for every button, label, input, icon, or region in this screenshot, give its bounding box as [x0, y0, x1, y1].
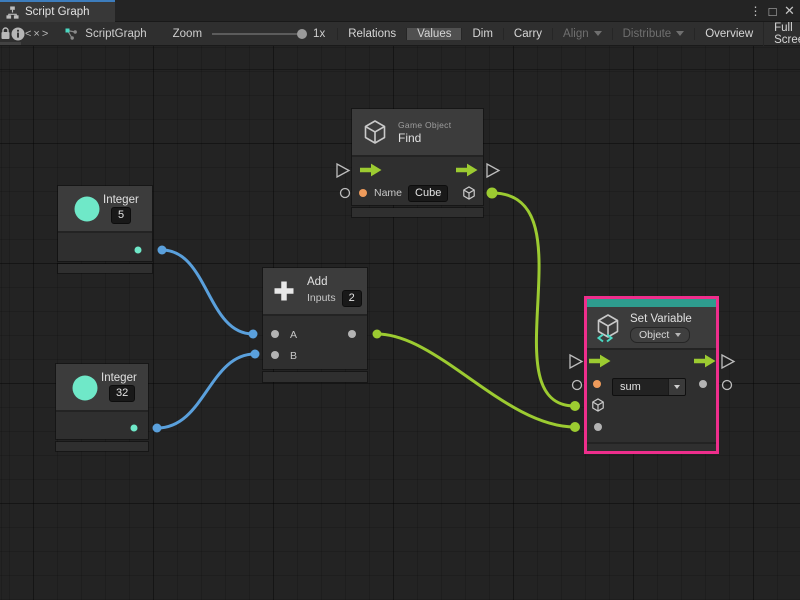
port-find-gameobject-output[interactable] [464, 187, 474, 199]
wires-overlay [0, 46, 800, 600]
maximize-icon[interactable]: □ [764, 0, 781, 22]
port-setvariable-name-input[interactable] [593, 380, 601, 388]
graph-hierarchy-icon [6, 6, 19, 19]
zoom-slider-handle[interactable] [297, 29, 307, 39]
close-icon[interactable]: ✕ [781, 0, 798, 22]
wire-endpoint[interactable] [158, 246, 167, 255]
code-view-button[interactable]: <×> [25, 22, 50, 45]
lock-icon [0, 27, 11, 40]
title-bar: Script Graph ⋮ □ ✕ [0, 0, 800, 22]
script-graph-icon [64, 27, 78, 41]
button-values[interactable]: Values [406, 28, 461, 40]
window-menu-icon[interactable]: ⋮ [747, 0, 764, 22]
toolbar-notch [0, 42, 21, 45]
button-full-screen[interactable]: Full Screen [763, 22, 800, 46]
integer-type-icon [73, 376, 98, 401]
wire-endpoint[interactable] [487, 188, 498, 199]
zoom-control: Zoom 1x [173, 22, 326, 45]
zoom-slider[interactable] [212, 33, 304, 35]
button-align-label: Align [563, 28, 589, 40]
button-distribute[interactable]: Distribute [612, 28, 695, 40]
graph-canvas[interactable]: Integer 5 Integer 32 [0, 46, 800, 600]
button-dim[interactable]: Dim [461, 28, 502, 40]
flow-out-arrow-icon[interactable] [456, 164, 478, 177]
port-integer5-output[interactable] [135, 247, 142, 254]
zoom-value: 1x [313, 28, 325, 40]
tab-title: Script Graph [25, 6, 90, 18]
wire-endpoint[interactable] [249, 330, 258, 339]
port-setvariable-value-input[interactable] [594, 423, 602, 431]
button-overview[interactable]: Overview [694, 28, 763, 40]
tab-script-graph[interactable]: Script Graph [0, 0, 115, 22]
flow-port-triangle-icon[interactable] [337, 164, 349, 177]
button-relations[interactable]: Relations [337, 28, 406, 40]
wire-endpoint[interactable] [570, 422, 580, 432]
caret-down-icon [676, 31, 684, 36]
port-find-name-input[interactable] [359, 189, 367, 197]
wire-endpoint[interactable] [570, 401, 580, 411]
port-integer32-output[interactable] [131, 425, 138, 432]
flow-port-triangle-icon[interactable] [487, 164, 499, 177]
port-setvariable-output[interactable] [699, 380, 707, 388]
graph-name-label: ScriptGraph [85, 28, 146, 40]
info-icon [11, 27, 25, 41]
wire-integer32-to-add-b[interactable] [157, 354, 255, 428]
value-port-circle-icon[interactable] [341, 189, 350, 198]
port-add-input-a[interactable] [271, 330, 279, 338]
value-port-circle-icon[interactable] [723, 381, 732, 390]
wire-find-to-setvariable-object[interactable] [492, 193, 575, 406]
flow-in-arrow-icon[interactable] [360, 164, 382, 177]
port-setvariable-object-input[interactable] [593, 399, 603, 411]
wire-add-to-setvariable-value[interactable] [377, 334, 575, 427]
script-graph-window: Script Graph ⋮ □ ✕ <×> [0, 0, 800, 600]
value-port-circle-icon[interactable] [573, 381, 582, 390]
flow-out-arrow-icon[interactable] [694, 355, 716, 368]
port-add-input-b[interactable] [271, 351, 279, 359]
caret-down-icon [594, 31, 602, 36]
flow-port-triangle-icon[interactable] [722, 355, 734, 368]
port-add-output[interactable] [348, 330, 356, 338]
button-distribute-label: Distribute [623, 28, 672, 40]
graph-toolbar: <×> ScriptGraph Zoom 1x Relations Values… [0, 22, 800, 46]
wire-endpoint[interactable] [153, 424, 162, 433]
zoom-label: Zoom [173, 28, 202, 40]
window-controls: ⋮ □ ✕ [747, 0, 798, 22]
button-carry[interactable]: Carry [503, 28, 552, 40]
button-align[interactable]: Align [552, 28, 612, 40]
integer-type-icon [75, 197, 100, 222]
graph-breadcrumb[interactable]: ScriptGraph [64, 22, 146, 45]
wire-integer5-to-add-a[interactable] [162, 250, 253, 334]
toolbar-buttons: Relations Values Dim Carry Align Distrib… [337, 22, 800, 45]
wire-endpoint[interactable] [373, 330, 382, 339]
flow-port-triangle-icon[interactable] [570, 355, 582, 368]
flow-in-arrow-icon[interactable] [589, 355, 611, 368]
wire-endpoint[interactable] [251, 350, 260, 359]
